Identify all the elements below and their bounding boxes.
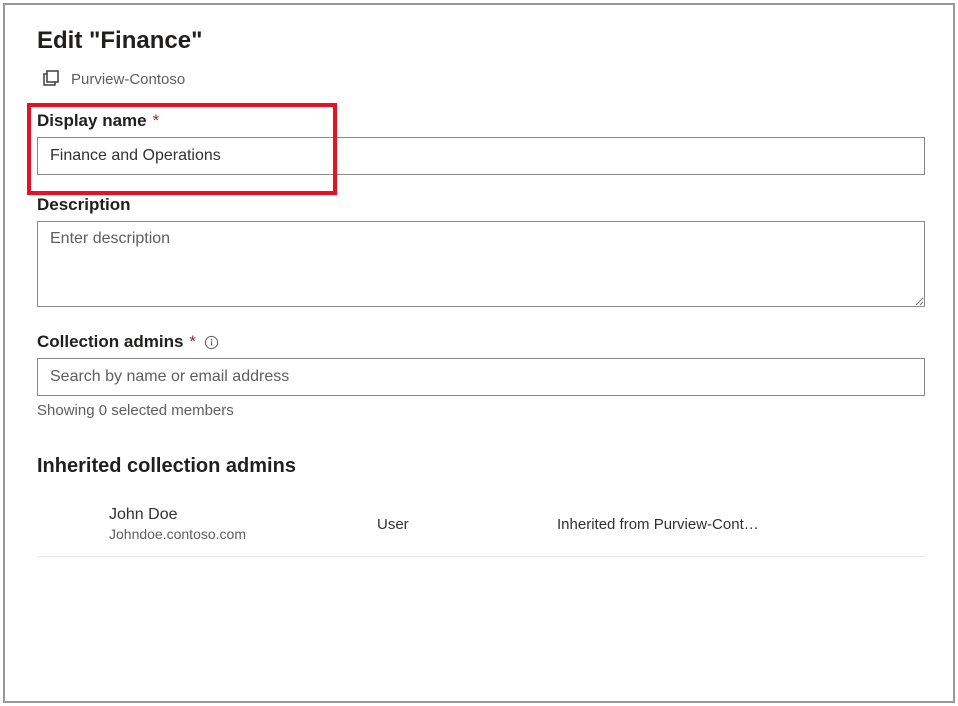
collection-admins-search-input[interactable] (37, 358, 925, 396)
admin-type: User (377, 516, 557, 533)
selected-members-helper: Showing 0 selected members (37, 402, 925, 419)
collection-admins-field-group: Collection admins * Showing 0 selected m… (37, 332, 925, 419)
collection-admins-label-text: Collection admins (37, 332, 183, 352)
description-label: Description (37, 195, 925, 215)
display-name-field-group: Display name * (37, 111, 925, 175)
info-icon[interactable] (204, 335, 219, 350)
description-field-group: Description (37, 195, 925, 312)
admin-email: Johndoe.contoso.com (109, 526, 377, 542)
admin-identity: John Doe Johndoe.contoso.com (37, 506, 377, 542)
display-name-label: Display name * (37, 111, 925, 131)
edit-collection-panel: Edit "Finance" Purview-Contoso Display n… (3, 3, 955, 703)
collection-icon (41, 69, 61, 89)
admin-inherited-from: Inherited from Purview-Cont… (557, 516, 759, 533)
required-asterisk: * (153, 111, 160, 131)
breadcrumb: Purview-Contoso (41, 69, 925, 89)
description-label-text: Description (37, 195, 131, 215)
display-name-label-text: Display name (37, 111, 147, 131)
inherited-admins-heading: Inherited collection admins (37, 455, 925, 478)
page-title: Edit "Finance" (37, 27, 925, 55)
display-name-input[interactable] (37, 137, 925, 175)
breadcrumb-parent: Purview-Contoso (71, 71, 185, 88)
required-asterisk: * (189, 332, 196, 352)
admin-name: John Doe (109, 506, 377, 524)
collection-admins-label: Collection admins * (37, 332, 925, 352)
inherited-admin-row: John Doe Johndoe.contoso.com User Inheri… (37, 496, 925, 557)
description-input[interactable] (37, 221, 925, 307)
